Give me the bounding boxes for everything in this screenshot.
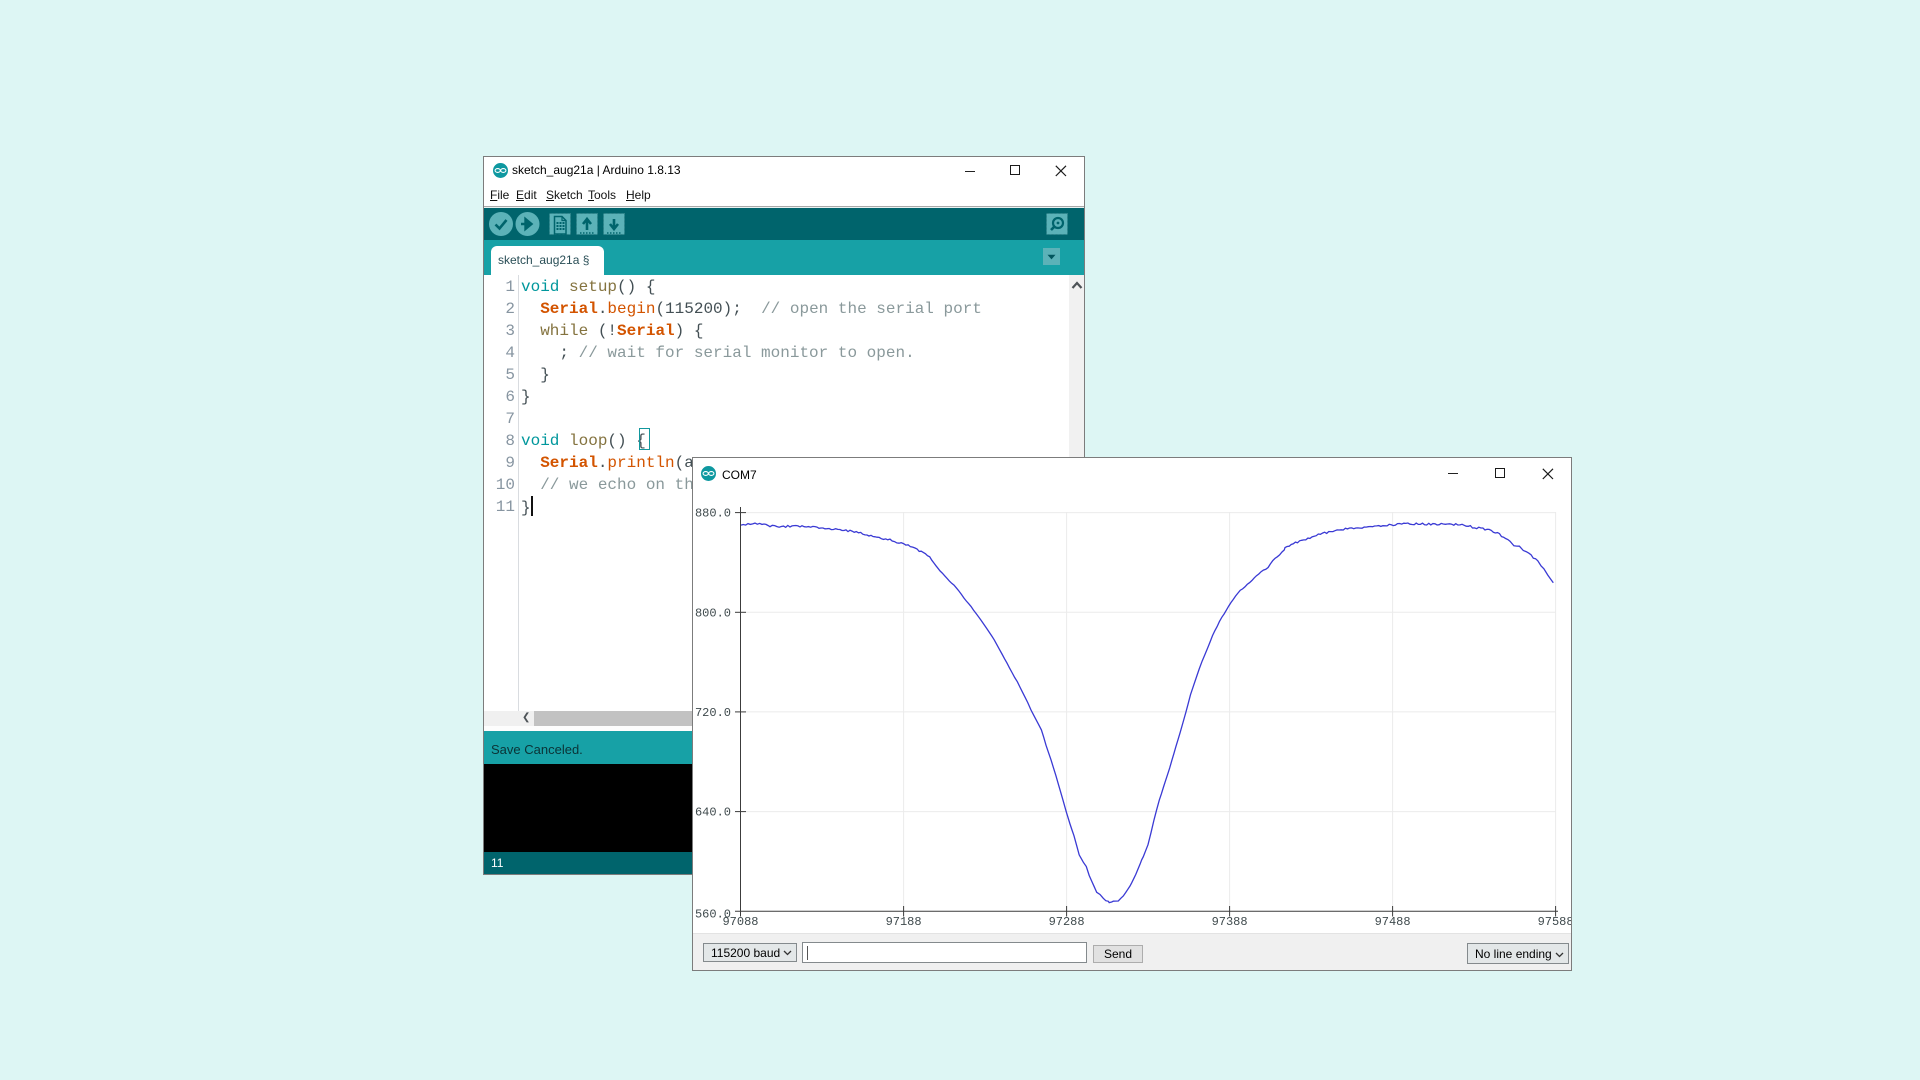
svg-text:97188: 97188 <box>886 915 922 929</box>
svg-text:97288: 97288 <box>1049 915 1085 929</box>
svg-text:97488: 97488 <box>1375 915 1411 929</box>
svg-text:720.0: 720.0 <box>695 706 731 720</box>
svg-text:97388: 97388 <box>1212 915 1248 929</box>
svg-text:800.0: 800.0 <box>695 606 731 620</box>
svg-text:640.0: 640.0 <box>695 806 731 820</box>
svg-text:97588: 97588 <box>1538 915 1571 929</box>
svg-text:880.0: 880.0 <box>695 507 731 521</box>
svg-text:97088: 97088 <box>722 915 758 929</box>
